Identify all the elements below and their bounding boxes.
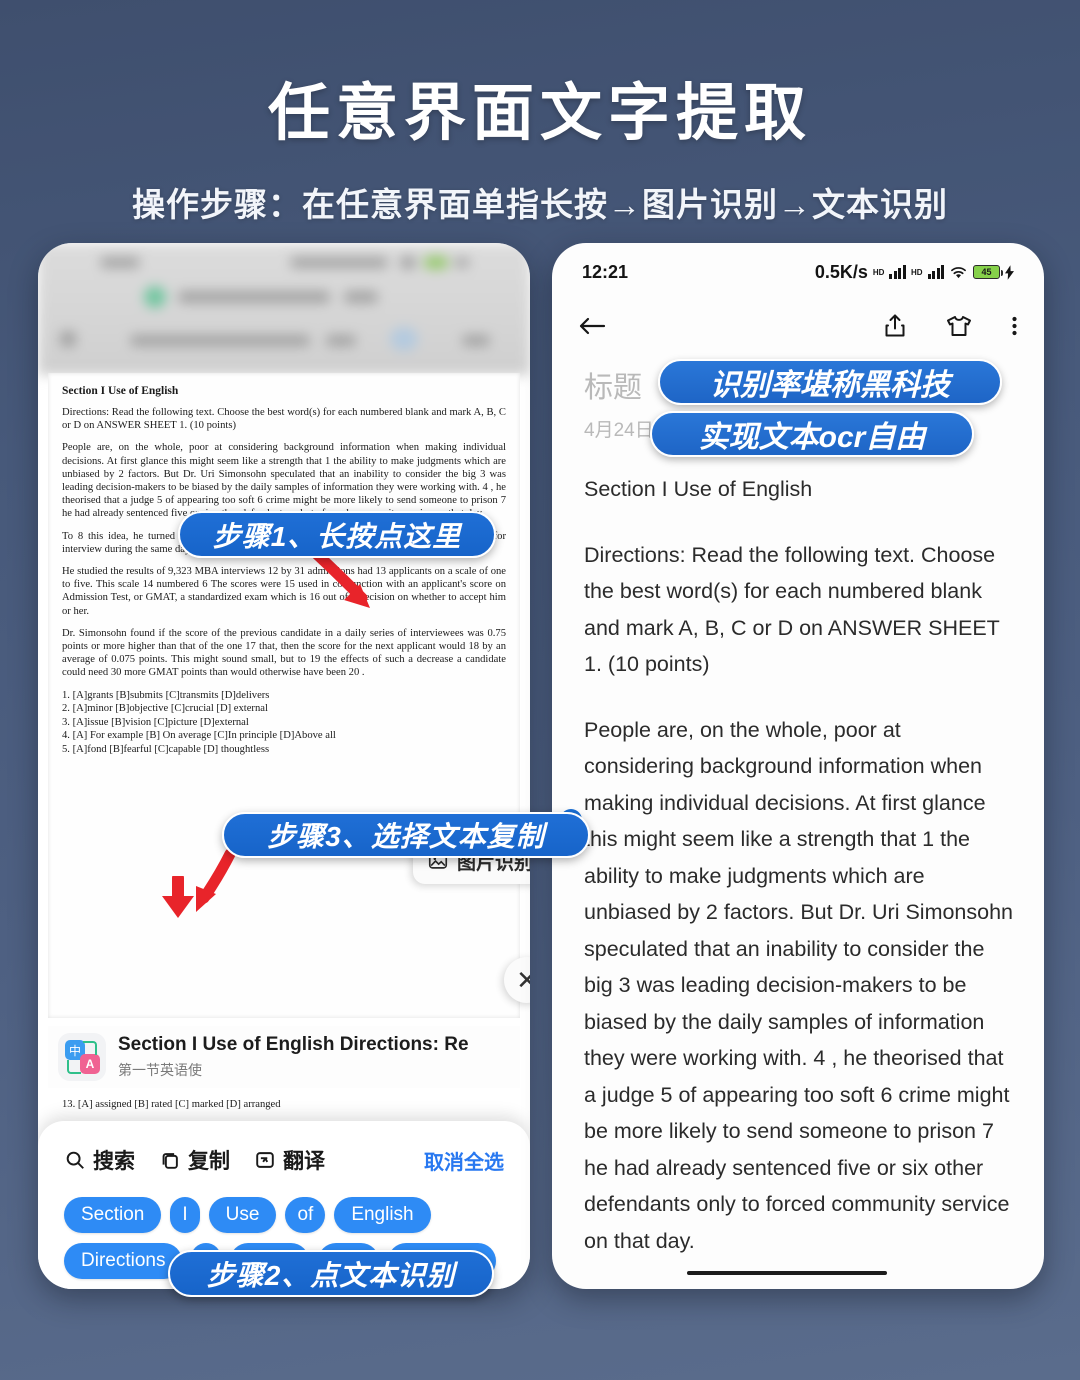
callout-step2: 步骤2、点文本识别 (168, 1250, 494, 1297)
close-icon: ✕ (516, 964, 530, 995)
signal-bars-icon-2 (927, 265, 944, 279)
right-phone-mockup: 12:21 0.5K/s HD HD 45 标题 4月24日 1 识别率堪称黑科… (552, 243, 1044, 1289)
hd-label-1: HD (872, 267, 885, 277)
wifi-icon (951, 266, 966, 278)
highlight-tag-1: 识别率堪称黑科技 (658, 359, 1002, 405)
scanned-document: Section I Use of English Directions: Rea… (48, 373, 520, 1018)
copy-action-label: 复制 (188, 1150, 230, 1173)
charging-bolt-icon (1005, 264, 1014, 280)
back-arrow-icon[interactable] (578, 314, 606, 338)
left-phone-mockup: Section I Use of English Directions: Rea… (38, 243, 530, 1289)
battery-level: 45 (981, 267, 992, 277)
doc-question: 4. [A] For example [B] On average [C]In … (62, 730, 336, 742)
doc-paragraph: Dr. Simonsohn found if the score of the … (62, 627, 506, 679)
recognized-paragraph: Section I Use of English (584, 477, 813, 501)
deselect-all-button[interactable]: 取消全选 (424, 1146, 504, 1175)
page-subtitle: 操作步骤：在任意界面单指长按→图片识别→文本识别 (132, 186, 948, 223)
copy-action[interactable]: 复制 (159, 1145, 230, 1175)
word-chip[interactable]: Directions (64, 1242, 183, 1279)
step3-copy-arrow-icon (162, 876, 194, 918)
translate-card-subtitle: 第一节英语使 (118, 1062, 202, 1078)
shirt-icon[interactable] (945, 314, 973, 338)
status-time: 12:21 (582, 261, 629, 282)
page-title: 任意界面文字提取 (267, 79, 812, 148)
doc-question: 1. [A]grants [B]submits [C]transmits [D]… (62, 689, 270, 701)
translate-icon-en: A (80, 1054, 100, 1074)
text-underline-annotation (687, 1271, 887, 1275)
doc-paragraph: People are, on the whole, poor at consid… (62, 442, 506, 520)
word-chip[interactable]: English (334, 1197, 431, 1233)
search-icon (66, 1151, 84, 1169)
status-bar: 12:21 0.5K/s HD HD 45 (552, 257, 1044, 287)
word-chip[interactable]: Use (208, 1197, 277, 1233)
doc-question: 2. [A]minor [B]objective [C]crucial [D] … (62, 703, 268, 715)
recognized-paragraph: Directions: Read the following text. Cho… (584, 542, 1000, 677)
share-icon[interactable] (883, 313, 907, 339)
more-vertical-icon[interactable] (1011, 314, 1018, 338)
doc-tail-question: 13. [A] assigned [B] rated [C] marked [D… (62, 1099, 281, 1110)
translate-action[interactable]: 翻译 (254, 1145, 325, 1175)
doc-question: 3. [A]issue [B]vision [C]picture [D]exte… (62, 716, 249, 728)
callout-step3: 步骤3、选择文本复制 (222, 812, 590, 858)
sheet-action-bar: 搜索 复制 翻译 取消全选 (64, 1145, 504, 1175)
app-nav-bar (552, 299, 1044, 353)
search-action-label: 搜索 (93, 1150, 135, 1173)
translate-icon (256, 1152, 274, 1168)
hd-label-2: HD (910, 267, 923, 277)
translate-app-icon: 中 A (58, 1033, 106, 1081)
translate-icon-corner-tr (83, 1041, 97, 1055)
callout-step1: 步骤1、长按点这里 (178, 511, 496, 558)
article-title-placeholder: 标题 (584, 372, 643, 404)
translate-icon-corner-bl (67, 1060, 81, 1074)
search-action[interactable]: 搜索 (64, 1145, 135, 1175)
doc-heading: Section I Use of English (62, 385, 179, 397)
recognized-paragraph: People are, on the whole, poor at consid… (584, 717, 1014, 1253)
translate-card-title: Section I Use of English Directions: Re (118, 1034, 469, 1055)
translate-action-label: 翻译 (283, 1150, 325, 1173)
chip-row: Section I Use of English (64, 1197, 508, 1233)
doc-question: 5. [A]fond [B]fearful [C]capable [D] tho… (62, 744, 270, 756)
word-chip[interactable]: of (285, 1197, 326, 1233)
network-speed: 0.5K/s (814, 261, 868, 282)
recognized-paragraph: To 8 this idea, he turned to the univers… (584, 1288, 1016, 1289)
word-chip[interactable]: Section (64, 1197, 162, 1233)
word-chip[interactable]: I (170, 1197, 200, 1233)
doc-question-list: 1. [A]grants [B]submits [C]transmits [D]… (62, 689, 506, 757)
battery-icon: 45 (973, 265, 1003, 279)
translate-result-card[interactable]: 中 A Section I Use of English Directions:… (48, 1026, 520, 1088)
signal-bars-icon-1 (889, 265, 906, 279)
doc-paragraph: Directions: Read the following text. Cho… (62, 407, 506, 432)
highlight-tag-2: 实现文本ocr自由 (650, 411, 974, 457)
doc-paragraph: He studied the results of 9,323 MBA inte… (62, 566, 506, 617)
recognized-text-body[interactable]: Section I Use of English Directions: Rea… (584, 471, 1016, 1289)
copy-icon (162, 1153, 178, 1169)
blurred-app-header (38, 243, 530, 375)
